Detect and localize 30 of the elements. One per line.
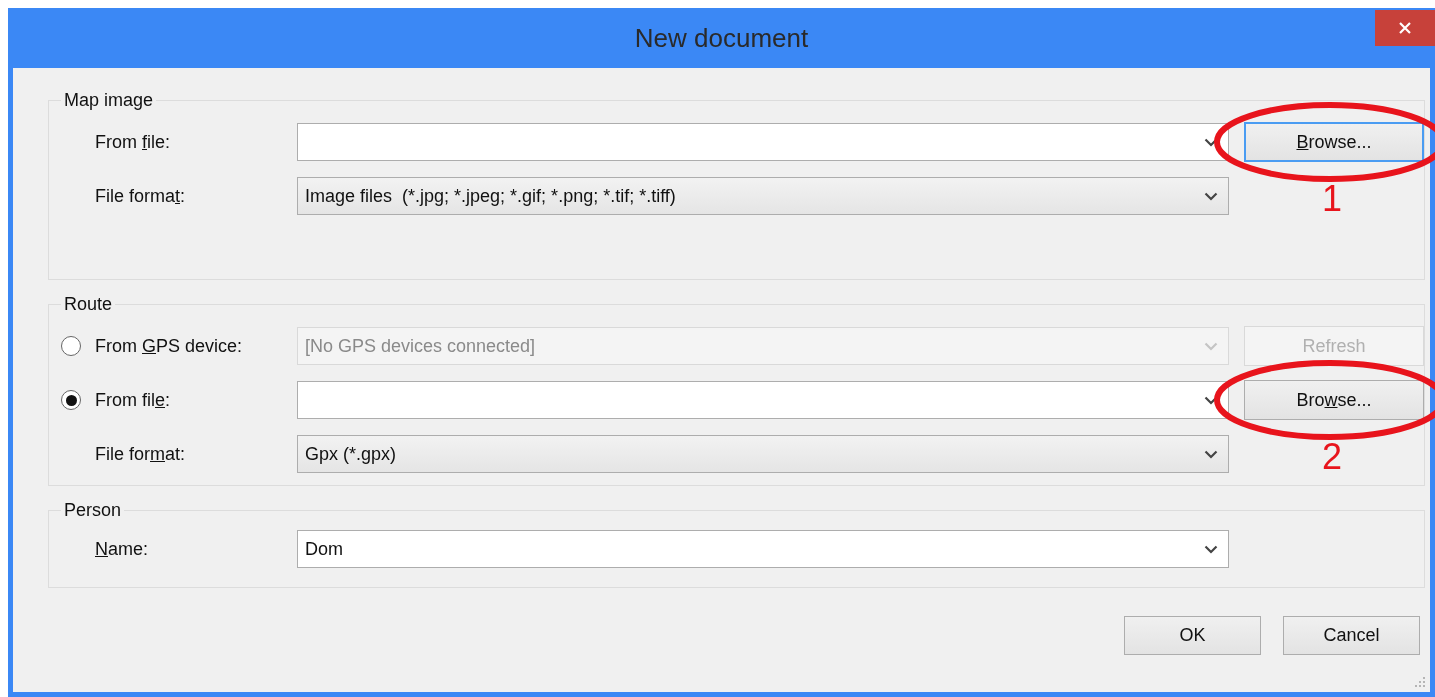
group-title: Route xyxy=(63,294,114,315)
combo-field[interactable]: Dom xyxy=(297,530,1229,568)
field-label: From GPS device: xyxy=(95,335,243,357)
combo-field[interactable] xyxy=(297,123,1229,161)
field-label: From file: xyxy=(95,389,171,411)
annotation-number: 2 xyxy=(1322,436,1343,478)
group-title: Map image xyxy=(63,90,155,111)
resize-grip-icon xyxy=(1414,676,1426,688)
annotation-number: 1 xyxy=(1322,178,1343,220)
field-label: From file: xyxy=(95,131,171,153)
field-label: Name: xyxy=(95,538,149,560)
dropdown-field[interactable]: Gpx (*.gpx) xyxy=(297,435,1229,473)
radio-button[interactable] xyxy=(61,336,81,356)
close-icon xyxy=(1398,21,1412,35)
combo-field[interactable] xyxy=(297,381,1229,419)
browse-button[interactable]: Browse... xyxy=(1244,380,1424,420)
dialog-button[interactable]: OK xyxy=(1124,616,1261,655)
close-button[interactable] xyxy=(1375,10,1435,46)
dialog-button[interactable]: Cancel xyxy=(1283,616,1420,655)
chevron-down-icon xyxy=(1204,449,1218,459)
group-title: Person xyxy=(63,500,123,521)
field-label: File format: xyxy=(95,185,186,207)
dropdown-field[interactable]: Image files (*.jpg; *.jpeg; *.gif; *.png; *.tif; *.tiff) xyxy=(297,177,1229,215)
window-title: New document xyxy=(634,22,809,54)
field-label: File format: xyxy=(95,443,186,465)
radio-button[interactable] xyxy=(61,390,81,410)
chevron-down-icon xyxy=(1204,544,1218,554)
chevron-down-icon xyxy=(1204,341,1218,351)
chevron-down-icon xyxy=(1204,191,1218,201)
browse-button[interactable]: Browse... xyxy=(1244,122,1424,162)
